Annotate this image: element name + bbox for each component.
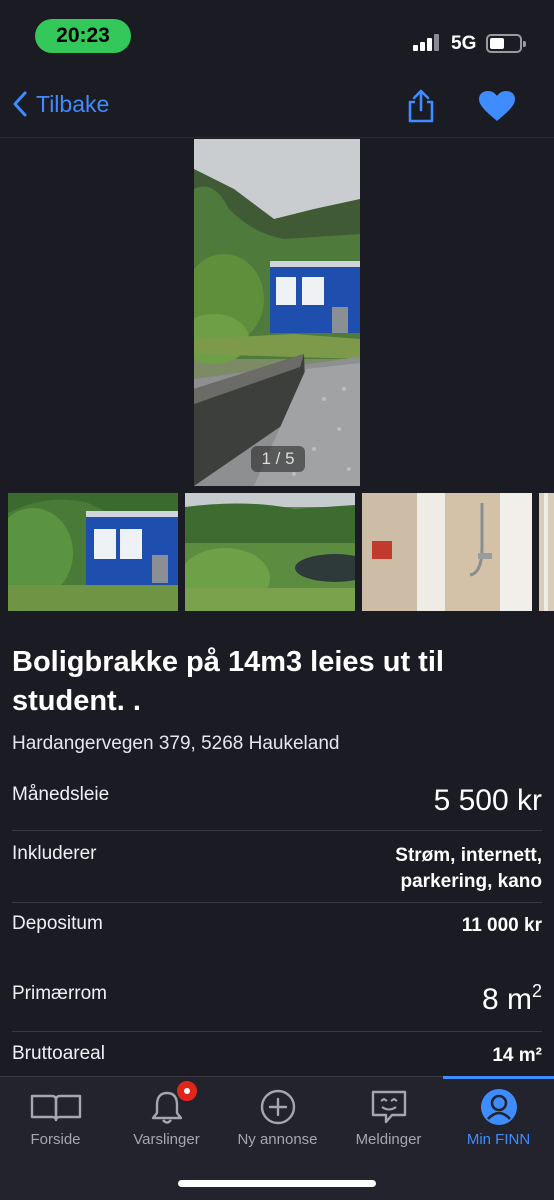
favorite-button[interactable] [478, 90, 516, 127]
listing-address[interactable]: Hardangervegen 379, 5268 Haukeland [12, 733, 339, 755]
tab-min-finn[interactable]: Min FINN [443, 1087, 554, 1157]
tab-varslinger[interactable]: Varslinger [111, 1079, 222, 1157]
back-label: Tilbake [36, 90, 110, 117]
row-deposit: Depositum 11 000 kr [12, 913, 542, 941]
includes-value: Strøm, internett, parkering, kano [395, 843, 542, 895]
book-icon [30, 1094, 81, 1122]
tab-meldinger[interactable]: Meldinger [333, 1087, 444, 1157]
primary-room-unit: 2 [531, 981, 542, 1001]
row-primary-room: Primærrom 8 m2 [12, 981, 542, 1023]
share-button[interactable] [404, 88, 438, 129]
includes-line-1: Strøm, internett, [395, 845, 542, 866]
thumbnail-3[interactable] [362, 493, 532, 611]
row-includes: Inkluderer Strøm, internett, parkering, … [12, 843, 542, 895]
row-monthly-rent: Månedsleie 5 500 kr [12, 784, 542, 824]
back-button[interactable]: Tilbake [12, 90, 109, 118]
primary-room-label: Primærrom [12, 983, 107, 1004]
status-bar: 20:23 5G [0, 0, 554, 70]
tab-forside[interactable]: Forside [0, 1087, 111, 1157]
battery-icon [486, 34, 526, 53]
tab-label: Forside [30, 1131, 81, 1148]
listing-title: Boligbrakke på 14m3 leies ut til student… [12, 646, 444, 717]
deposit-label: Depositum [12, 913, 103, 934]
divider [12, 902, 542, 903]
share-icon [408, 89, 434, 123]
gross-area-label: Bruttoareal [12, 1043, 105, 1064]
plus-circle-icon [260, 1089, 295, 1125]
home-indicator[interactable] [178, 1180, 376, 1187]
tab-label: Min FINN [466, 1131, 531, 1148]
includes-label: Inkluderer [12, 843, 97, 864]
thumbnail-image [362, 493, 532, 611]
active-tab-indicator [443, 1076, 554, 1079]
main-photo[interactable]: 1 / 5 [194, 139, 360, 486]
thumbnail-4[interactable] [539, 493, 554, 611]
tab-label: Varslinger [133, 1131, 200, 1148]
deposit-value: 11 000 kr [461, 915, 542, 936]
row-gross-area: Bruttoareal 14 m² [12, 1043, 542, 1071]
divider [12, 1031, 542, 1032]
rent-label: Månedsleie [12, 784, 110, 805]
includes-line-2: parkering, kano [400, 871, 543, 892]
signal-icon [413, 33, 441, 51]
thumbnail-strip[interactable] [8, 493, 554, 611]
divider [12, 830, 542, 831]
notification-badge [175, 1079, 199, 1103]
chat-icon [371, 1090, 406, 1124]
tab-label: Meldinger [355, 1131, 422, 1148]
primary-room-value: 8 m2 [481, 981, 542, 1017]
status-time[interactable]: 20:23 [35, 19, 131, 53]
nav-bar: Tilbake [0, 70, 554, 138]
photo-counter: 1 / 5 [251, 446, 305, 472]
rent-value: 5 500 kr [433, 784, 542, 817]
tab-ny-annonse[interactable]: Ny annonse [222, 1087, 333, 1157]
thumbnail-image [539, 493, 554, 611]
thumbnail-2[interactable] [185, 493, 355, 611]
network-type: 5G [451, 33, 477, 54]
screen: 20:23 5G Tilbake 1 / 5 Boligbrakke på 14… [0, 0, 554, 1200]
chevron-left-icon [13, 91, 27, 117]
thumbnail-1[interactable] [8, 493, 178, 611]
tab-label: Ny annonse [237, 1131, 318, 1148]
primary-room-number: 8 m [481, 983, 532, 1016]
photo-image [194, 139, 360, 486]
thumbnail-image [185, 493, 355, 611]
heart-icon [479, 91, 515, 121]
thumbnail-image [8, 493, 178, 611]
gross-area-value: 14 m² [492, 1045, 542, 1066]
profile-icon [480, 1089, 517, 1125]
